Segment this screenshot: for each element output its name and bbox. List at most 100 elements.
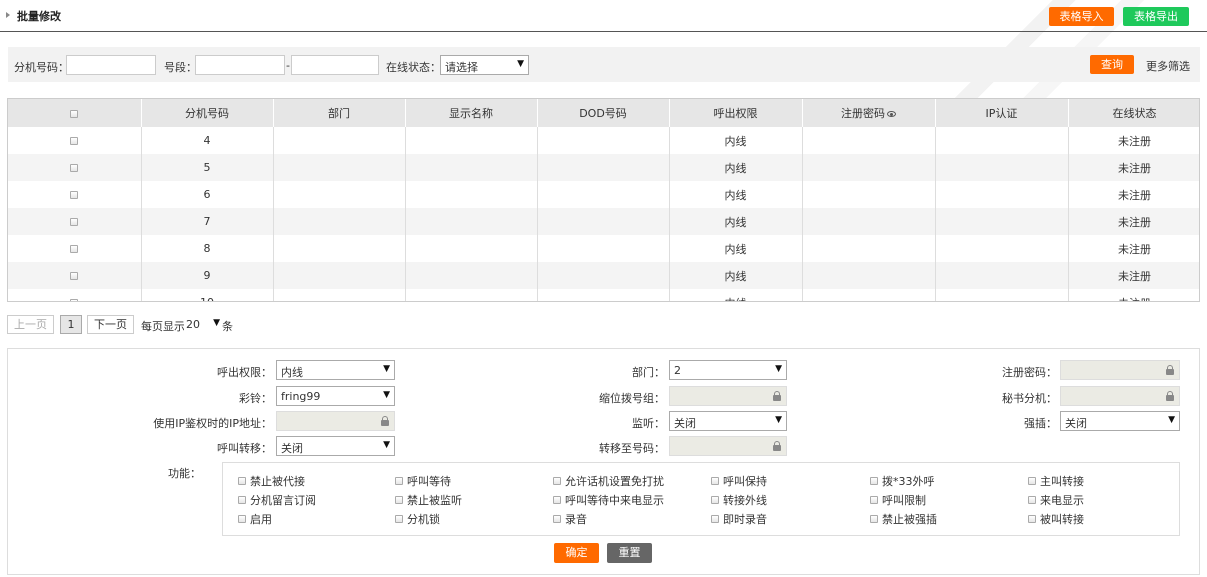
header-reg-pwd: 注册密码 — [802, 99, 936, 127]
function-checkbox[interactable] — [870, 477, 878, 485]
function-option[interactable]: 主叫转接 — [1028, 473, 1084, 489]
next-page-button[interactable]: 下一页 — [87, 315, 134, 334]
function-option[interactable]: 呼叫限制 — [870, 492, 926, 508]
table-row[interactable]: 4 内线 未注册 — [8, 127, 1199, 154]
reset-button[interactable]: 重置 — [607, 543, 652, 563]
function-checkbox[interactable] — [711, 477, 719, 485]
call-perm-select[interactable]: 内线 ▼ — [276, 360, 395, 380]
row-select-cell[interactable] — [8, 127, 142, 154]
function-option[interactable]: 禁止被强插 — [870, 511, 937, 527]
query-button[interactable]: 查询 — [1090, 55, 1134, 74]
eye-icon[interactable] — [887, 111, 896, 117]
function-option[interactable]: 禁止被监听 — [395, 492, 462, 508]
row-select-cell[interactable] — [8, 289, 142, 301]
ringtone-select[interactable]: fring99 ▼ — [276, 386, 395, 406]
row-select-cell[interactable] — [8, 181, 142, 208]
function-option[interactable]: 被叫转接 — [1028, 511, 1084, 527]
row-select-cell[interactable] — [8, 154, 142, 181]
function-option[interactable]: 呼叫等待中来电显示 — [553, 492, 664, 508]
function-option[interactable]: 转接外线 — [711, 492, 767, 508]
function-option[interactable]: 呼叫保持 — [711, 473, 767, 489]
row-checkbox[interactable] — [70, 164, 79, 172]
row-select-cell[interactable] — [8, 262, 142, 289]
monitor-select[interactable]: 关闭 ▼ — [669, 411, 787, 431]
row-checkbox[interactable] — [70, 137, 79, 145]
barge-select[interactable]: 关闭 ▼ — [1060, 411, 1180, 431]
function-checkbox[interactable] — [238, 477, 246, 485]
function-checkbox[interactable] — [711, 496, 719, 504]
function-option[interactable]: 允许话机设置免打扰 — [553, 473, 664, 489]
function-checkbox[interactable] — [711, 515, 719, 523]
range-end-input[interactable] — [291, 55, 379, 75]
function-checkbox[interactable] — [1028, 477, 1036, 485]
function-checkbox[interactable] — [1028, 496, 1036, 504]
row-checkbox[interactable] — [70, 245, 79, 253]
function-option[interactable]: 分机锁 — [395, 511, 440, 527]
function-checkbox[interactable] — [870, 496, 878, 504]
function-option[interactable]: 来电显示 — [1028, 492, 1084, 508]
function-option-label: 呼叫限制 — [882, 494, 926, 507]
cell-call-perm: 内线 — [669, 289, 803, 301]
cell-ip-auth — [935, 235, 1069, 262]
header-select-all[interactable] — [8, 99, 142, 127]
cell-display-name — [405, 289, 538, 301]
lock-icon — [773, 441, 781, 451]
confirm-button[interactable]: 确定 — [554, 543, 599, 563]
call-perm-label: 呼出权限： — [217, 366, 272, 379]
per-page-select[interactable]: 20 ▼ — [184, 315, 222, 335]
cell-reg-pwd — [802, 181, 936, 208]
row-checkbox[interactable] — [70, 191, 79, 199]
range-separator: - — [286, 59, 290, 72]
cell-display-name — [405, 208, 538, 235]
function-checkbox[interactable] — [395, 496, 403, 504]
row-checkbox[interactable] — [70, 299, 79, 301]
page-1-button[interactable]: 1 — [60, 315, 82, 334]
table-row[interactable]: 5 内线 未注册 — [8, 154, 1199, 181]
table-row[interactable]: 7 内线 未注册 — [8, 208, 1199, 235]
function-checkbox[interactable] — [238, 515, 246, 523]
table-row[interactable]: 8 内线 未注册 — [8, 235, 1199, 262]
function-checkbox[interactable] — [238, 496, 246, 504]
dropdown-arrow-icon: ▼ — [775, 364, 782, 374]
function-checkbox[interactable] — [395, 477, 403, 485]
function-checkbox[interactable] — [553, 477, 561, 485]
page-title: 批量修改 — [17, 10, 61, 23]
range-start-input[interactable] — [195, 55, 285, 75]
function-option[interactable]: 分机留言订阅 — [238, 492, 316, 508]
row-select-cell[interactable] — [8, 208, 142, 235]
ext-filter-label: 分机号码： — [14, 61, 69, 74]
more-filters-link[interactable]: 更多筛选 — [1146, 58, 1190, 74]
cell-reg-pwd — [802, 154, 936, 181]
row-checkbox[interactable] — [70, 272, 79, 280]
function-option[interactable]: 禁止被代接 — [238, 473, 305, 489]
function-checkbox[interactable] — [553, 496, 561, 504]
prev-page-button[interactable]: 上一页 — [7, 315, 54, 334]
dept-select[interactable]: 2 ▼ — [669, 360, 787, 380]
select-all-checkbox[interactable] — [70, 109, 79, 118]
function-option[interactable]: 启用 — [238, 511, 272, 527]
export-button[interactable]: 表格导出 — [1123, 7, 1189, 26]
function-option[interactable]: 拨*33外呼 — [870, 473, 935, 489]
function-option[interactable]: 即时录音 — [711, 511, 767, 527]
row-select-cell[interactable] — [8, 235, 142, 262]
row-checkbox[interactable] — [70, 218, 79, 226]
table-row[interactable]: 6 内线 未注册 — [8, 181, 1199, 208]
function-checkbox[interactable] — [395, 515, 403, 523]
cell-display-name — [405, 235, 538, 262]
transfer-label: 呼叫转移： — [217, 442, 272, 455]
function-checkbox[interactable] — [1028, 515, 1036, 523]
lock-icon — [1166, 365, 1174, 375]
function-option[interactable]: 呼叫等待 — [395, 473, 451, 489]
collapse-triangle-icon — [6, 12, 10, 18]
reg-pwd-field — [1060, 360, 1180, 380]
import-button[interactable]: 表格导入 — [1049, 7, 1114, 26]
status-filter-select[interactable]: 请选择 ▼ — [440, 55, 529, 75]
function-option[interactable]: 录音 — [553, 511, 587, 527]
transfer-select[interactable]: 关闭 ▼ — [276, 436, 395, 456]
cell-dept — [273, 262, 406, 289]
ext-filter-input[interactable] — [66, 55, 156, 75]
table-row[interactable]: 10 内线 未注册 — [8, 289, 1199, 301]
function-checkbox[interactable] — [553, 515, 561, 523]
function-checkbox[interactable] — [870, 515, 878, 523]
table-row[interactable]: 9 内线 未注册 — [8, 262, 1199, 289]
